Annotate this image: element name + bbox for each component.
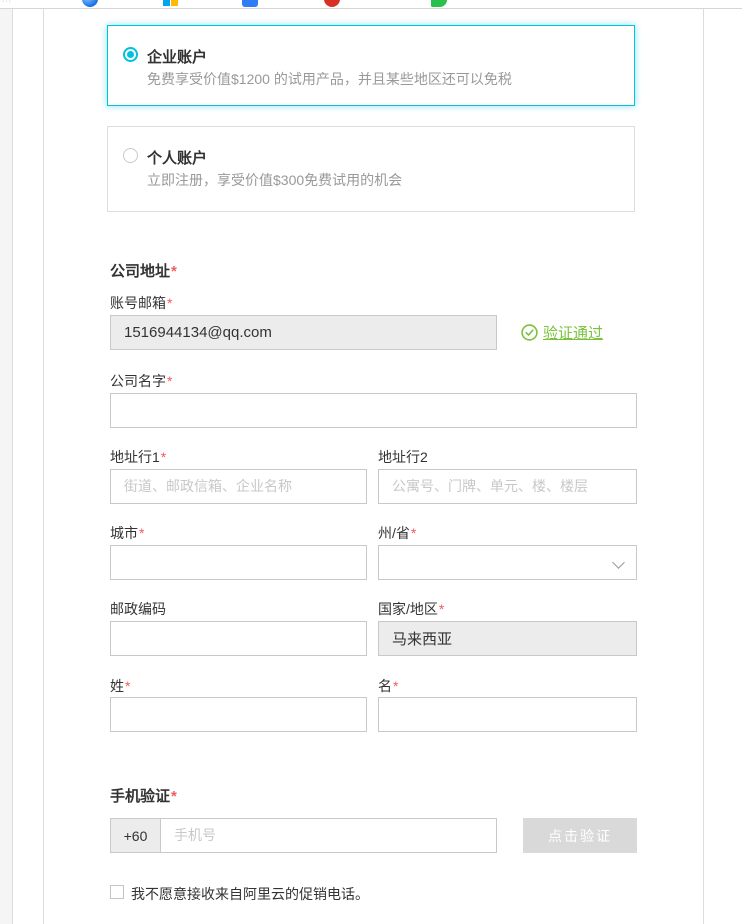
required-asterisk: * [171,263,177,280]
required-asterisk: * [393,678,398,694]
verification-passed-link[interactable]: 验证通过 [543,322,603,343]
check-circle-icon [521,324,538,341]
personal-card-description: 立即注册，享受价值$300免费试用的机会 [147,170,402,190]
required-asterisk: * [167,373,172,389]
phone-number-field[interactable] [160,818,497,853]
vertical-rule-left-inner [43,9,44,924]
first-name-field[interactable] [378,697,637,732]
label-city: 城市* [110,523,144,543]
label-country-region: 国家/地区* [378,599,444,619]
top-divider [0,8,742,9]
label-account-email: 账号邮箱* [110,293,172,313]
required-asterisk: * [439,601,444,617]
left-rail [0,9,12,924]
label-first-name: 名* [378,676,398,696]
bookmark-favicon-color-grid-icon[interactable] [163,0,179,7]
promo-optout-checkbox[interactable] [110,885,124,899]
phone-country-code-prefix: +60 [110,818,160,853]
bookmarks-bar: ··· [0,0,742,8]
promo-optout-label: 我不愿意接收来自阿里云的促销电话。 [131,884,369,904]
required-asterisk: * [411,525,416,541]
required-asterisk: * [125,678,130,694]
account-email-field [110,315,497,350]
label-company-name: 公司名字* [110,371,172,391]
city-field[interactable] [110,545,367,580]
label-state-province: 州/省* [378,523,416,543]
account-type-card-enterprise[interactable]: 企业账户 免费享受价值$1200 的试用产品，并且某些地区还可以免税 [107,25,635,106]
bookmark-favicon-red-circle-icon[interactable] [324,0,340,7]
required-asterisk: * [167,295,172,311]
page: ··· 企业账户 免费享受价值$1200 的试用产品，并且某些地区还可以免税 个… [0,0,742,924]
section-title-phone-verification: 手机验证* [110,785,177,806]
radio-enterprise-selected-icon[interactable] [123,47,138,62]
bookmark-favicon-blue-sphere-icon[interactable] [82,0,98,7]
personal-card-title: 个人账户 [147,147,207,168]
email-verified-status: 验证通过 [521,322,603,343]
click-to-verify-button[interactable]: 点击验证 [523,818,637,853]
label-address-line1: 地址行1* [110,447,166,467]
address-line1-field[interactable] [110,469,367,504]
enterprise-card-description: 免费享受价值$1200 的试用产品，并且某些地区还可以免税 [147,69,512,89]
postal-code-field[interactable] [110,621,367,656]
truncated-bookmark-label: ··· [2,0,28,5]
vertical-rule-right [703,9,704,924]
required-asterisk: * [171,788,177,805]
company-name-field[interactable] [110,393,637,428]
state-province-select[interactable] [378,545,637,580]
label-postal-code: 邮政编码 [110,599,166,619]
vertical-rule-left-outer [12,9,13,924]
bookmark-favicon-blue-square-icon[interactable] [242,0,258,7]
bookmark-favicon-green-bubble-icon[interactable] [431,0,447,7]
required-asterisk: * [161,449,166,465]
last-name-field[interactable] [110,697,367,732]
required-asterisk: * [139,525,144,541]
section-title-company-address: 公司地址* [110,260,177,281]
enterprise-card-title: 企业账户 [147,46,207,67]
account-type-card-personal[interactable]: 个人账户 立即注册，享受价值$300免费试用的机会 [107,126,635,212]
country-region-field [378,621,637,656]
label-last-name: 姓* [110,676,130,696]
address-line2-field[interactable] [378,469,637,504]
label-address-line2: 地址行2 [378,447,428,467]
radio-personal-unselected-icon[interactable] [123,148,138,163]
